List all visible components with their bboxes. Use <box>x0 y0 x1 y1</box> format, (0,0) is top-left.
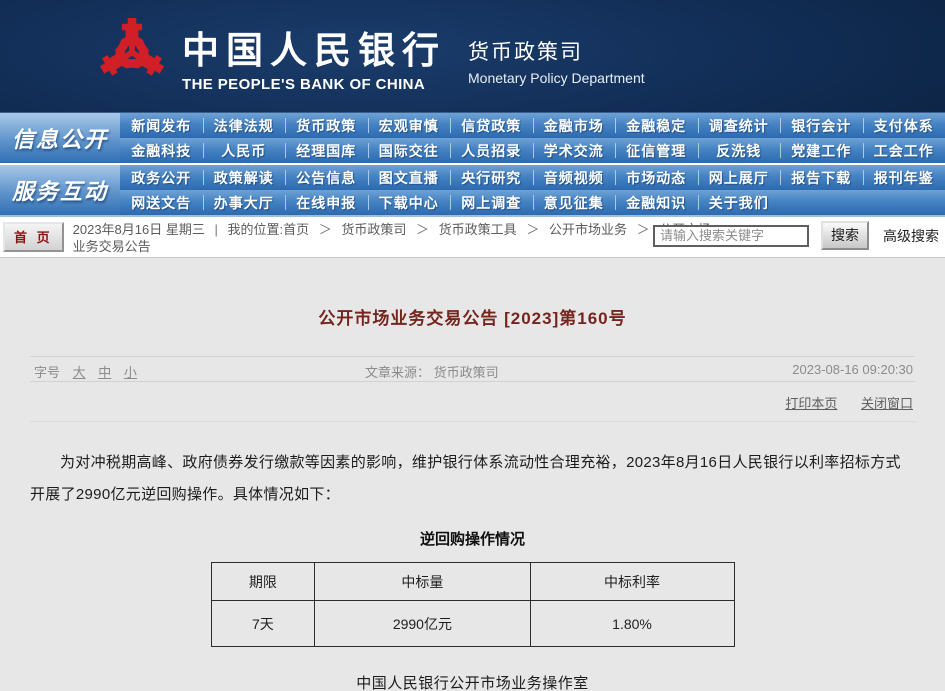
article-timestamp: 2023-08-16 09:20:30 <box>792 362 913 377</box>
nav-item-party-building[interactable]: 党建工作 <box>780 138 863 163</box>
bank-name-block: 中国人民银行 THE PEOPLE'S BANK OF CHINA <box>182 20 446 93</box>
article-meta-row: 字号 大 中 小 文章来源： 货币政策司 2023-08-16 09:20:30 <box>30 356 915 382</box>
nav-item-macroprudential[interactable]: 宏观审慎 <box>368 113 451 138</box>
nav-item-comment-solicitation[interactable]: 意见征集 <box>533 190 616 215</box>
advanced-search-link[interactable]: 高级搜索 <box>883 226 939 246</box>
breadcrumb-separator: ＞ <box>416 222 429 237</box>
nav-item-online-filing[interactable]: 在线申报 <box>285 190 368 215</box>
table-row: 7天 2990亿元 1.80% <box>211 601 734 647</box>
nav-item-announcements[interactable]: 公告信息 <box>285 165 368 190</box>
print-page-link[interactable]: 打印本页 <box>785 396 837 411</box>
nav-item-monetary-policy[interactable]: 货币政策 <box>285 113 368 138</box>
home-button[interactable]: 首 页 <box>3 222 64 252</box>
breadcrumb-item-monetary-policy-dept[interactable]: 货币政策司 <box>341 222 406 237</box>
font-size-control: 字号 大 中 小 <box>34 362 137 381</box>
operation-table-title: 逆回购操作情况 <box>30 528 915 549</box>
nav-row-4: 网送文告 办事大厅 在线申报 下载中心 网上调查 意见征集 金融知识 关于我们 <box>120 190 945 215</box>
nav-item-financial-markets[interactable]: 金融市场 <box>533 113 616 138</box>
nav-item-about-us[interactable]: 关于我们 <box>698 190 781 215</box>
nav-item-statistics[interactable]: 调查统计 <box>698 113 781 138</box>
breadcrumb-separator: ＞ <box>526 222 539 237</box>
breadcrumb-location-label: 我的位置:首页 <box>228 222 310 237</box>
nav-item-anti-money-laundering[interactable]: 反洗钱 <box>698 138 781 163</box>
font-size-medium[interactable]: 中 <box>98 365 111 380</box>
nav-item-fintech[interactable]: 金融科技 <box>120 138 203 163</box>
nav-item-credit-reporting[interactable]: 征信管理 <box>615 138 698 163</box>
nav-item-international[interactable]: 国际交往 <box>368 138 451 163</box>
article-source-label: 文章来源： <box>365 365 430 380</box>
table-header-term: 期限 <box>211 563 315 601</box>
nav-item-online-survey[interactable]: 网上调查 <box>450 190 533 215</box>
nav-band-services: 服务互动 政务公开 政策解读 公告信息 图文直播 央行研究 音频视频 市场动态 … <box>0 165 945 217</box>
article-signature: 中国人民银行公开市场业务操作室 <box>30 672 915 691</box>
article-source-value: 货币政策司 <box>434 365 499 380</box>
nav-item-recruitment[interactable]: 人员招录 <box>450 138 533 163</box>
font-size-small[interactable]: 小 <box>124 365 137 380</box>
nav-group-label-info-disclosure[interactable]: 信息公开 <box>0 113 120 163</box>
breadcrumb-item-open-market-operations[interactable]: 公开市场业务 <box>549 222 627 237</box>
nav-item-financial-knowledge[interactable]: 金融知识 <box>615 190 698 215</box>
bank-name-en: THE PEOPLE'S BANK OF CHINA <box>182 76 446 93</box>
nav-item-audio-video[interactable]: 音频视频 <box>533 165 616 190</box>
breadcrumb-bar: 首 页 2023年8月16日 星期三 | 我的位置:首页 ＞ 货币政策司 ＞ 货… <box>0 217 945 258</box>
breadcrumb-pipe: | <box>214 222 217 237</box>
department-name-cn: 货币政策司 <box>468 36 645 66</box>
nav-row-3: 政务公开 政策解读 公告信息 图文直播 央行研究 音频视频 市场动态 网上展厅 … <box>120 165 945 190</box>
nav-item-market-dynamics[interactable]: 市场动态 <box>615 165 698 190</box>
table-header-row: 期限 中标量 中标利率 <box>211 563 734 601</box>
table-header-rate: 中标利率 <box>530 563 734 601</box>
article-actions-row: 打印本页 关闭窗口 <box>30 382 915 422</box>
table-header-volume: 中标量 <box>315 563 530 601</box>
nav-item-credit-policy[interactable]: 信贷政策 <box>450 113 533 138</box>
nav-item-news[interactable]: 新闻发布 <box>120 113 203 138</box>
nav-row-1: 新闻发布 法律法规 货币政策 宏观审慎 信贷政策 金融市场 金融稳定 调查统计 … <box>120 113 945 138</box>
nav-item-renminbi[interactable]: 人民币 <box>203 138 286 163</box>
nav-item-periodicals[interactable]: 报刊年鉴 <box>863 165 945 190</box>
search-button[interactable]: 搜索 <box>821 221 869 250</box>
main-navigation: 信息公开 新闻发布 法律法规 货币政策 宏观审慎 信贷政策 金融市场 金融稳定 … <box>0 112 945 217</box>
nav-item-live-broadcast[interactable]: 图文直播 <box>368 165 451 190</box>
nav-band-information: 信息公开 新闻发布 法律法规 货币政策 宏观审慎 信贷政策 金融市场 金融稳定 … <box>0 113 945 165</box>
search-area: 搜索 高级搜索 <box>653 221 939 250</box>
site-header: 中国人民银行 THE PEOPLE'S BANK OF CHINA 货币政策司 … <box>0 0 945 112</box>
nav-item-academic-exchange[interactable]: 学术交流 <box>533 138 616 163</box>
breadcrumb-separator: ＞ <box>319 222 332 237</box>
table-cell-rate: 1.80% <box>530 601 734 647</box>
close-window-link[interactable]: 关闭窗口 <box>861 396 913 411</box>
font-size-label: 字号 <box>34 365 60 380</box>
nav-row-2: 金融科技 人民币 经理国库 国际交往 人员招录 学术交流 征信管理 反洗钱 党建… <box>120 138 945 163</box>
nav-item-gov-affairs[interactable]: 政务公开 <box>120 165 203 190</box>
bank-name-cn: 中国人民银行 <box>182 20 446 74</box>
department-block: 货币政策司 Monetary Policy Department <box>468 26 645 86</box>
nav-item-download-center[interactable]: 下载中心 <box>368 190 451 215</box>
reverse-repo-table: 期限 中标量 中标利率 7天 2990亿元 1.80% <box>211 562 735 647</box>
breadcrumb-separator: ＞ <box>637 222 650 237</box>
pboc-logo-icon <box>96 16 168 97</box>
font-size-large[interactable]: 大 <box>73 365 86 380</box>
nav-item-report-download[interactable]: 报告下载 <box>780 165 863 190</box>
article-paragraph: 为对冲税期高峰、政府债券发行缴款等因素的影响，维护银行体系流动性合理充裕，202… <box>30 447 915 511</box>
nav-item-bank-accounting[interactable]: 银行会计 <box>780 113 863 138</box>
nav-item-service-hall[interactable]: 办事大厅 <box>203 190 286 215</box>
department-name-en: Monetary Policy Department <box>468 70 645 86</box>
nav-item-policy-interpretation[interactable]: 政策解读 <box>203 165 286 190</box>
nav-item-treasury[interactable]: 经理国库 <box>285 138 368 163</box>
table-cell-volume: 2990亿元 <box>315 601 530 647</box>
nav-item-laws[interactable]: 法律法规 <box>203 113 286 138</box>
article-content: 公开市场业务交易公告 [2023]第160号 字号 大 中 小 文章来源： 货币… <box>0 258 945 691</box>
nav-item-payment-system[interactable]: 支付体系 <box>863 113 945 138</box>
nav-item-labor-union[interactable]: 工会工作 <box>863 138 945 163</box>
breadcrumb-date: 2023年8月16日 星期三 <box>73 222 205 237</box>
table-cell-term: 7天 <box>211 601 315 647</box>
nav-item-online-exhibition[interactable]: 网上展厅 <box>698 165 781 190</box>
breadcrumb-item-policy-tools[interactable]: 货币政策工具 <box>439 222 517 237</box>
search-input[interactable] <box>653 225 809 247</box>
nav-group-label-service-interaction[interactable]: 服务互动 <box>0 165 120 215</box>
nav-item-web-notices[interactable]: 网送文告 <box>120 190 203 215</box>
nav-item-central-bank-research[interactable]: 央行研究 <box>450 165 533 190</box>
breadcrumb: 2023年8月16日 星期三 | 我的位置:首页 ＞ 货币政策司 ＞ 货币政策工… <box>73 221 721 255</box>
article-source: 文章来源： 货币政策司 <box>365 362 499 381</box>
article-title: 公开市场业务交易公告 [2023]第160号 <box>30 258 915 329</box>
nav-item-financial-stability[interactable]: 金融稳定 <box>615 113 698 138</box>
